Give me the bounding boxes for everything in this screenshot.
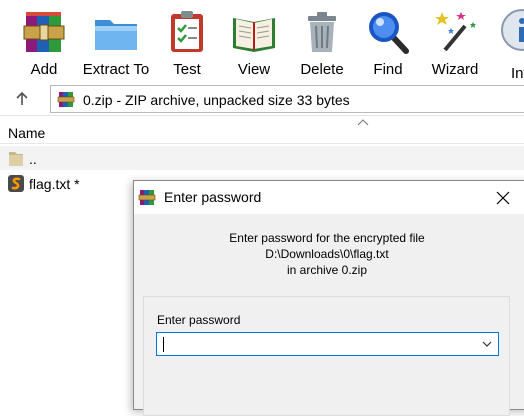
info-button[interactable]: Inf [498, 8, 524, 82]
trash-can-icon [308, 12, 336, 52]
add-button[interactable]: Add [20, 8, 68, 80]
address-text: 0.zip - ZIP archive, unpacked size 33 by… [83, 92, 350, 108]
chevron-down-icon [482, 341, 492, 347]
find-button[interactable]: Find [364, 8, 412, 80]
clipboard-check-icon [171, 11, 203, 52]
file-row-parent[interactable]: .. [0, 146, 524, 170]
address-field[interactable]: 0.zip - ZIP archive, unpacked size 33 by… [50, 85, 524, 113]
magnifier-icon [369, 12, 409, 54]
delete-label: Delete [300, 61, 344, 78]
test-button[interactable]: Test [163, 8, 211, 80]
magic-wand-icon [435, 12, 476, 52]
column-header-name[interactable]: Name [8, 125, 45, 141]
find-label: Find [373, 61, 403, 78]
toolbar: Add Extract To Test View Delete Find Wiz… [0, 0, 524, 82]
password-group: Enter password [143, 296, 510, 416]
column-header-row: Name [0, 118, 524, 144]
winrar-archive-icon [57, 92, 75, 107]
dialog-close-button[interactable] [480, 181, 524, 214]
address-bar: 0.zip - ZIP archive, unpacked size 33 by… [0, 82, 524, 116]
winrar-icon [138, 190, 156, 205]
view-button[interactable]: View [229, 8, 279, 80]
password-combobox[interactable] [156, 332, 499, 356]
arrow-up-icon [16, 91, 28, 105]
extract-to-button[interactable]: Extract To [82, 8, 150, 80]
text-file-icon [8, 175, 24, 192]
text-caret [163, 337, 164, 352]
wizard-label: Wizard [431, 61, 479, 78]
dialog-archive-name: in archive 0.zip [286, 263, 368, 277]
password-dropdown-button[interactable] [476, 333, 498, 355]
password-input[interactable] [161, 334, 471, 354]
dialog-file-path: D:\Downloads\0\flag.txt [265, 247, 389, 261]
view-label: View [237, 61, 271, 78]
dialog-title-bar[interactable]: Enter password [134, 181, 524, 214]
dialog-message: Enter password for the encrypted file D:… [134, 230, 520, 278]
info-icon [501, 9, 524, 51]
sort-ascending-icon [357, 119, 369, 126]
info-label: Inf [511, 65, 524, 82]
up-folder-button[interactable] [9, 88, 35, 110]
winrar-add-icon [23, 12, 65, 52]
open-book-icon [233, 18, 275, 52]
delete-button[interactable]: Delete [297, 8, 347, 80]
dialog-title: Enter password [164, 189, 262, 205]
extract-to-label: Extract To [82, 61, 150, 78]
test-label: Test [173, 61, 201, 78]
wizard-button[interactable]: Wizard [430, 8, 480, 80]
file-row-name: flag.txt * [29, 176, 80, 192]
file-row-name: .. [29, 151, 37, 167]
folder-up-icon [9, 152, 23, 166]
folder-extract-icon [95, 20, 137, 50]
password-field-label: Enter password [157, 313, 241, 327]
add-label: Add [30, 61, 58, 78]
dialog-message-line: Enter password for the encrypted file [229, 231, 425, 245]
close-icon [496, 191, 510, 204]
password-dialog: Enter password Enter password for the en… [133, 180, 524, 416]
